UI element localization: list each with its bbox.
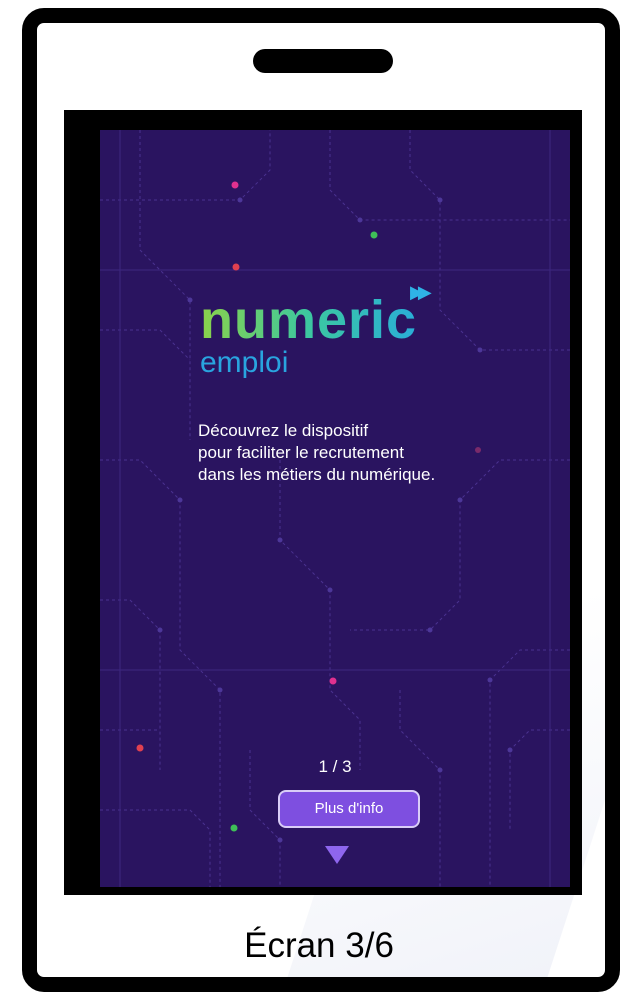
accent-dot bbox=[370, 231, 378, 239]
accent-dot bbox=[231, 181, 239, 189]
app-screen: ▶▶ numeric emploi Découvrez le dispositi… bbox=[100, 130, 570, 887]
tagline-line: Découvrez le dispositif bbox=[198, 421, 369, 440]
tagline-line: dans les métiers du numérique. bbox=[198, 465, 436, 484]
accent-dot bbox=[136, 744, 144, 752]
tagline: Découvrez le dispositif pour faciliter l… bbox=[198, 420, 538, 486]
more-info-button[interactable]: Plus d'info bbox=[278, 790, 420, 828]
accent-dot bbox=[230, 824, 238, 832]
screen-caption: Écran 3/6 bbox=[244, 926, 394, 965]
accent-dot bbox=[232, 263, 240, 271]
accent-dot bbox=[329, 677, 337, 685]
logo-wordmark: numeric bbox=[200, 290, 418, 350]
phone-speaker bbox=[253, 49, 393, 73]
page: ▶▶ numeric emploi Découvrez le dispositi… bbox=[0, 0, 638, 1004]
app-logo: numeric emploi bbox=[200, 290, 417, 378]
down-triangle-icon[interactable] bbox=[325, 846, 349, 864]
logo-subtext: emploi bbox=[200, 346, 289, 379]
page-indicator: 1 / 3 bbox=[318, 757, 352, 776]
tagline-line: pour faciliter le recrutement bbox=[198, 443, 404, 462]
